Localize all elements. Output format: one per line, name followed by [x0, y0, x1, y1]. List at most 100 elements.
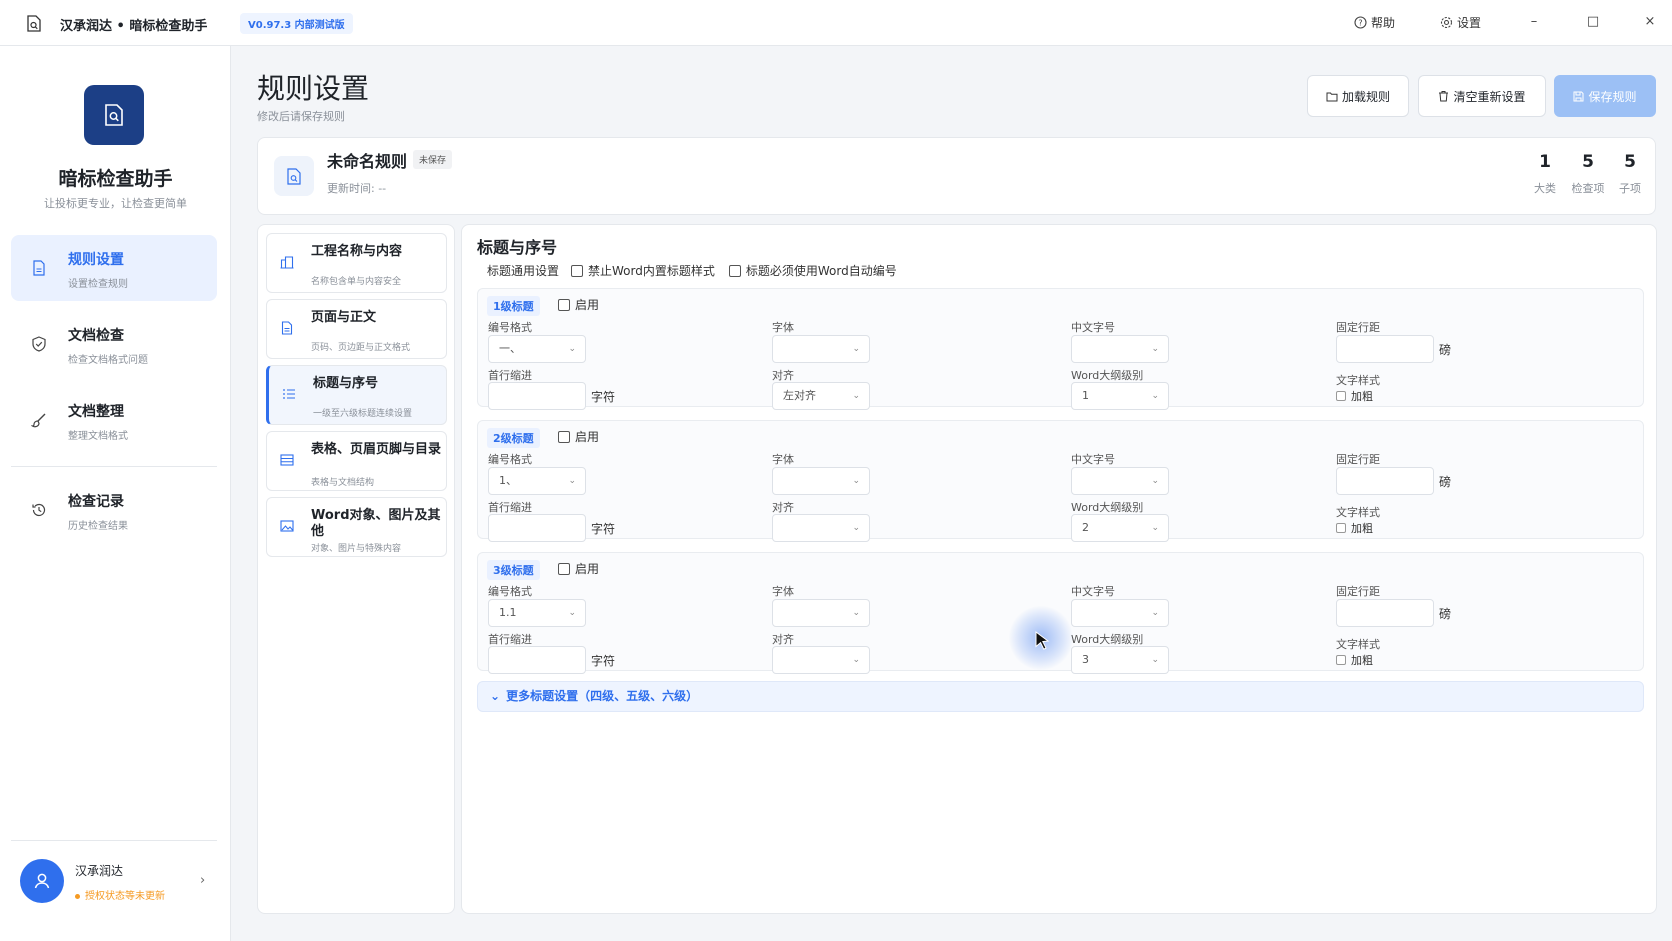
number-format-select[interactable]: 1.1 ⌄	[488, 599, 586, 627]
sidebar-item-sub: 整理文档格式	[68, 431, 128, 442]
heading-level-1: 1级标题 启用 编号格式 一、 ⌄ 字体 ⌄ 中文字号 ⌄ 固定行距 磅 首行缩进…	[477, 288, 1644, 410]
help-button[interactable]: ? 帮助	[1354, 14, 1395, 31]
chevron-down-icon: ⌄	[852, 523, 860, 533]
align-select[interactable]: ⌄	[772, 646, 870, 674]
bold-checkbox[interactable]	[1336, 523, 1346, 533]
line-spacing-input[interactable]	[1336, 335, 1434, 363]
enable-label: 启用	[575, 298, 600, 312]
unit-char: 字符	[591, 654, 616, 668]
category-page-body[interactable]: 页面与正文 页码、页边距与正文格式	[266, 299, 447, 359]
enable-checkbox[interactable]	[558, 430, 570, 443]
number-format-select[interactable]: 一、 ⌄	[488, 335, 586, 363]
help-label: 帮助	[1371, 16, 1396, 30]
font-select[interactable]: ⌄	[772, 335, 870, 363]
line-spacing-input[interactable]	[1336, 467, 1434, 495]
load-rules-button[interactable]: 加载规则	[1307, 75, 1409, 117]
line-spacing-input[interactable]	[1336, 599, 1434, 627]
bold-option: 加粗	[1336, 388, 1373, 404]
settings-button[interactable]: 设置	[1440, 14, 1481, 31]
building-icon	[280, 256, 294, 269]
stat-categories: 1 大类	[1530, 152, 1560, 196]
sidebar-item-rule-settings[interactable]: 规则设置 设置检查规则	[11, 235, 217, 301]
sidebar-item-label: 文档检查	[68, 328, 124, 344]
category-label: 页面与正文	[311, 310, 377, 325]
shield-check-icon	[32, 336, 46, 352]
image-icon	[280, 520, 294, 532]
align-select[interactable]: ⌄	[772, 514, 870, 542]
more-heading-settings-toggle[interactable]: ⌄ 更多标题设置（四级、五级、六级）	[477, 681, 1644, 712]
enable-label: 启用	[575, 430, 600, 444]
sidebar-item-check-history[interactable]: 检查记录 历史检查结果	[11, 477, 217, 543]
must-autonumber-label: 标题必须使用Word自动编号	[745, 264, 897, 278]
maximize-button[interactable]: □	[1586, 14, 1600, 29]
disable-builtin-style-checkbox[interactable]	[571, 264, 584, 277]
cn-size-select[interactable]: ⌄	[1071, 335, 1169, 363]
minimize-button[interactable]: –	[1527, 14, 1541, 29]
license-status: 授权状态等未更新	[75, 887, 165, 902]
bold-checkbox[interactable]	[1336, 391, 1346, 401]
brand-subtitle: 让投标更专业，让检查更简单	[44, 197, 187, 210]
cn-size-select[interactable]: ⌄	[1071, 467, 1169, 495]
reset-rules-button[interactable]: 清空重新设置	[1418, 75, 1546, 117]
brand-logo	[84, 85, 144, 145]
level-enable: 启用	[558, 296, 599, 313]
unit-pt: 磅	[1439, 475, 1452, 489]
app-title: 汉承润达 • 暗标检查助手	[60, 19, 208, 34]
sidebar-item-doc-check[interactable]: 文档检查 检查文档格式问题	[11, 311, 217, 377]
align-select[interactable]: 左对齐 ⌄	[772, 382, 870, 410]
font-select[interactable]: ⌄	[772, 599, 870, 627]
sidebar-item-doc-organize[interactable]: 文档整理 整理文档格式	[11, 387, 217, 453]
level-tag: 2级标题	[487, 428, 540, 448]
bold-checkbox[interactable]	[1336, 655, 1346, 665]
category-heading-numbering[interactable]: 标题与序号 一级至六级标题连续设置	[266, 365, 447, 425]
enable-checkbox[interactable]	[558, 562, 570, 575]
title-bar: 汉承润达 • 暗标检查助手 V0.97.3 内部测试版 ? 帮助 设置 – □ …	[0, 0, 1672, 46]
sidebar-item-label: 检查记录	[68, 494, 124, 510]
sidebar: 暗标检查助手 让投标更专业，让检查更简单 规则设置 设置检查规则 文档检查 检查…	[0, 46, 231, 941]
outline-level-select[interactable]: 3 ⌄	[1071, 646, 1169, 674]
chevron-right-icon[interactable]: ›	[200, 873, 205, 888]
save-icon	[1573, 91, 1584, 101]
heading-level-2: 2级标题 启用 编号格式 1、 ⌄ 字体 ⌄ 中文字号 ⌄ 固定行距 磅 首行缩进…	[477, 420, 1644, 542]
font-label: 字体	[772, 321, 794, 334]
category-sub: 对象、图片与特殊内容	[311, 544, 402, 554]
category-panel: 工程名称与内容 名称包含单与内容安全 页面与正文 页码、页边距与正文格式 标题与…	[257, 224, 455, 914]
category-label: Word对象、图片及其他	[311, 508, 441, 539]
indent-input[interactable]	[488, 646, 586, 674]
save-rules-button[interactable]: 保存规则	[1554, 75, 1656, 117]
rule-icon-box	[274, 156, 314, 196]
bold-label: 加粗	[1351, 522, 1373, 535]
cn-size-select[interactable]: ⌄	[1071, 599, 1169, 627]
category-table-header-toc[interactable]: 表格、页眉页脚与目录 表格与文档结构	[266, 431, 447, 491]
select-value: 1、	[499, 474, 517, 487]
folder-open-icon	[1326, 92, 1338, 101]
select-value: 一、	[499, 342, 521, 355]
category-project-name[interactable]: 工程名称与内容 名称包含单与内容安全	[266, 233, 447, 293]
save-rules-label: 保存规则	[1588, 89, 1637, 104]
mouse-cursor-icon	[1035, 631, 1050, 650]
close-button[interactable]: ×	[1643, 14, 1657, 29]
outline-level-select[interactable]: 1 ⌄	[1071, 382, 1169, 410]
align-label: 对齐	[772, 633, 794, 646]
load-rules-label: 加载规则	[1341, 89, 1390, 104]
category-sub: 表格与文档结构	[311, 478, 375, 488]
enable-checkbox[interactable]	[558, 298, 570, 311]
unit-char: 字符	[591, 522, 616, 536]
category-word-objects[interactable]: Word对象、图片及其他 对象、图片与特殊内容	[266, 497, 447, 557]
status-dot	[75, 893, 80, 899]
user-profile[interactable]: 汉承润达 授权状态等未更新 ›	[0, 841, 231, 941]
section-title: 标题与序号	[477, 238, 558, 257]
select-value: 3	[1082, 653, 1089, 666]
stat-number: 5	[1582, 152, 1594, 172]
indent-input[interactable]	[488, 382, 586, 410]
outline-level-select[interactable]: 2 ⌄	[1071, 514, 1169, 542]
text-style-label: 文字样式	[1336, 506, 1380, 519]
chevron-down-icon: ⌄	[568, 608, 576, 618]
level-tag: 1级标题	[487, 296, 540, 316]
category-sub: 页码、页边距与正文格式	[311, 343, 411, 353]
must-autonumber-checkbox[interactable]	[728, 264, 741, 277]
number-format-select[interactable]: 1、 ⌄	[488, 467, 586, 495]
rule-name: 未命名规则	[327, 152, 408, 171]
font-select[interactable]: ⌄	[772, 467, 870, 495]
indent-input[interactable]	[488, 514, 586, 542]
